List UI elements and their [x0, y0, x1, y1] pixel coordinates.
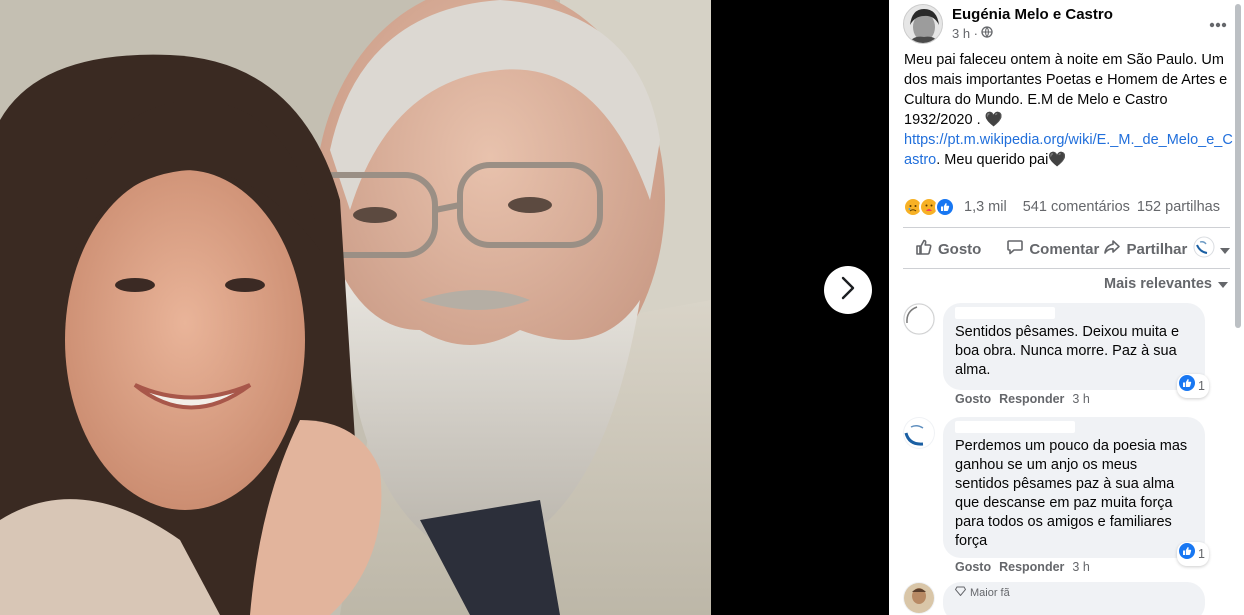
comment-reply-button[interactable]: Responder — [999, 560, 1064, 574]
caret-down-icon — [1218, 276, 1228, 292]
like-reaction-icon — [1179, 375, 1196, 397]
comment-button[interactable]: Comentar — [1006, 238, 1103, 260]
comment-bubble: Perdemos um pouco da poesia mas ganhou s… — [943, 417, 1209, 566]
post-photo[interactable] — [0, 0, 711, 615]
photo-illustration — [0, 0, 711, 615]
badge-label: Maior fã — [970, 586, 1010, 599]
comment-actions: Gosto Responder 3 h — [955, 560, 1090, 574]
share-button[interactable]: Partilhar — [1103, 238, 1189, 260]
post-text-main: Meu pai faleceu ontem à noite em São Pau… — [904, 52, 1228, 128]
post-meta: 3 h · — [952, 26, 993, 41]
top-fan-badge: Maior fã — [954, 586, 1010, 599]
like-button[interactable]: Gosto — [903, 238, 1006, 260]
comment-avatar[interactable] — [903, 582, 935, 614]
comment-time[interactable]: 3 h — [1072, 392, 1089, 406]
comment-reaction-count: 1 — [1198, 546, 1205, 561]
shares-count[interactable]: 152 partilhas — [1137, 199, 1220, 215]
author-name[interactable]: Eugénia Melo e Castro — [952, 6, 1113, 23]
comment-like-button[interactable]: Gosto — [955, 560, 991, 574]
comment-avatar[interactable] — [903, 303, 935, 335]
post-actions: Gosto Comentar Partilhar — [903, 232, 1230, 266]
post-text: Meu pai faleceu ontem à noite em São Pau… — [904, 50, 1238, 170]
comment-text: Sentidos pêsames. Deixou muita e boa obr… — [955, 324, 1180, 378]
comment-sort-dropdown[interactable]: Mais relevantes — [1104, 276, 1228, 292]
profile-thumbnail-icon — [1193, 236, 1215, 262]
reactions-count[interactable]: 1,3 mil — [964, 199, 1007, 215]
chevron-right-icon — [841, 276, 855, 305]
post-text-after-link: . Meu querido pai🖤 — [936, 152, 1067, 168]
comment-text: Perdemos um pouco da poesia mas ganhou s… — [955, 438, 1188, 549]
comment-avatar[interactable] — [903, 417, 935, 449]
more-dots-icon — [1209, 15, 1227, 33]
comment-reply-button[interactable]: Responder — [999, 392, 1064, 406]
share-label: Partilhar — [1126, 240, 1188, 258]
comment-actions: Gosto Responder 3 h — [955, 392, 1090, 406]
divider — [903, 227, 1230, 228]
comment-time[interactable]: 3 h — [1072, 560, 1089, 574]
comment-reactions[interactable]: 1 — [1177, 374, 1209, 398]
reaction-selector-button[interactable] — [1193, 236, 1230, 262]
diamond-icon — [954, 586, 967, 599]
share-icon — [1103, 238, 1121, 260]
thumbs-up-icon — [915, 238, 933, 260]
caret-down-icon — [1219, 241, 1230, 258]
more-options-button[interactable] — [1206, 12, 1230, 36]
post-time[interactable]: 3 h · — [952, 26, 978, 41]
like-reaction-icon — [1179, 543, 1196, 565]
commenter-name-hidden — [955, 307, 1055, 319]
post-header: Eugénia Melo e Castro 3 h · — [903, 4, 1230, 44]
photo-viewer — [0, 0, 889, 615]
comment-icon — [1006, 238, 1024, 260]
comment-bubble: Sentidos pêsames. Deixou muita e boa obr… — [943, 303, 1209, 398]
reactions-row: 1,3 mil 541 comentários 152 partilhas — [903, 196, 1234, 218]
post-panel: Eugénia Melo e Castro 3 h · Meu pai fale… — [889, 0, 1244, 615]
comment-item: Perdemos um pouco da poesia mas ganhou s… — [903, 417, 1230, 579]
globe-icon — [981, 26, 993, 41]
next-photo-button[interactable] — [824, 266, 872, 314]
author-avatar[interactable] — [903, 4, 943, 44]
reaction-icons[interactable] — [903, 197, 961, 217]
comment-label: Comentar — [1029, 240, 1100, 258]
like-reaction-icon — [935, 197, 955, 217]
comment-like-button[interactable]: Gosto — [955, 392, 991, 406]
comments-count[interactable]: 541 comentários — [1023, 199, 1130, 215]
divider — [903, 268, 1230, 269]
commenter-name-hidden — [955, 421, 1075, 433]
sort-label: Mais relevantes — [1103, 276, 1212, 292]
like-label: Gosto — [938, 240, 982, 258]
comment-item: Sentidos pêsames. Deixou muita e boa obr… — [903, 303, 1230, 413]
comment-reactions[interactable]: 1 — [1177, 542, 1209, 566]
comment-reaction-count: 1 — [1198, 378, 1205, 393]
